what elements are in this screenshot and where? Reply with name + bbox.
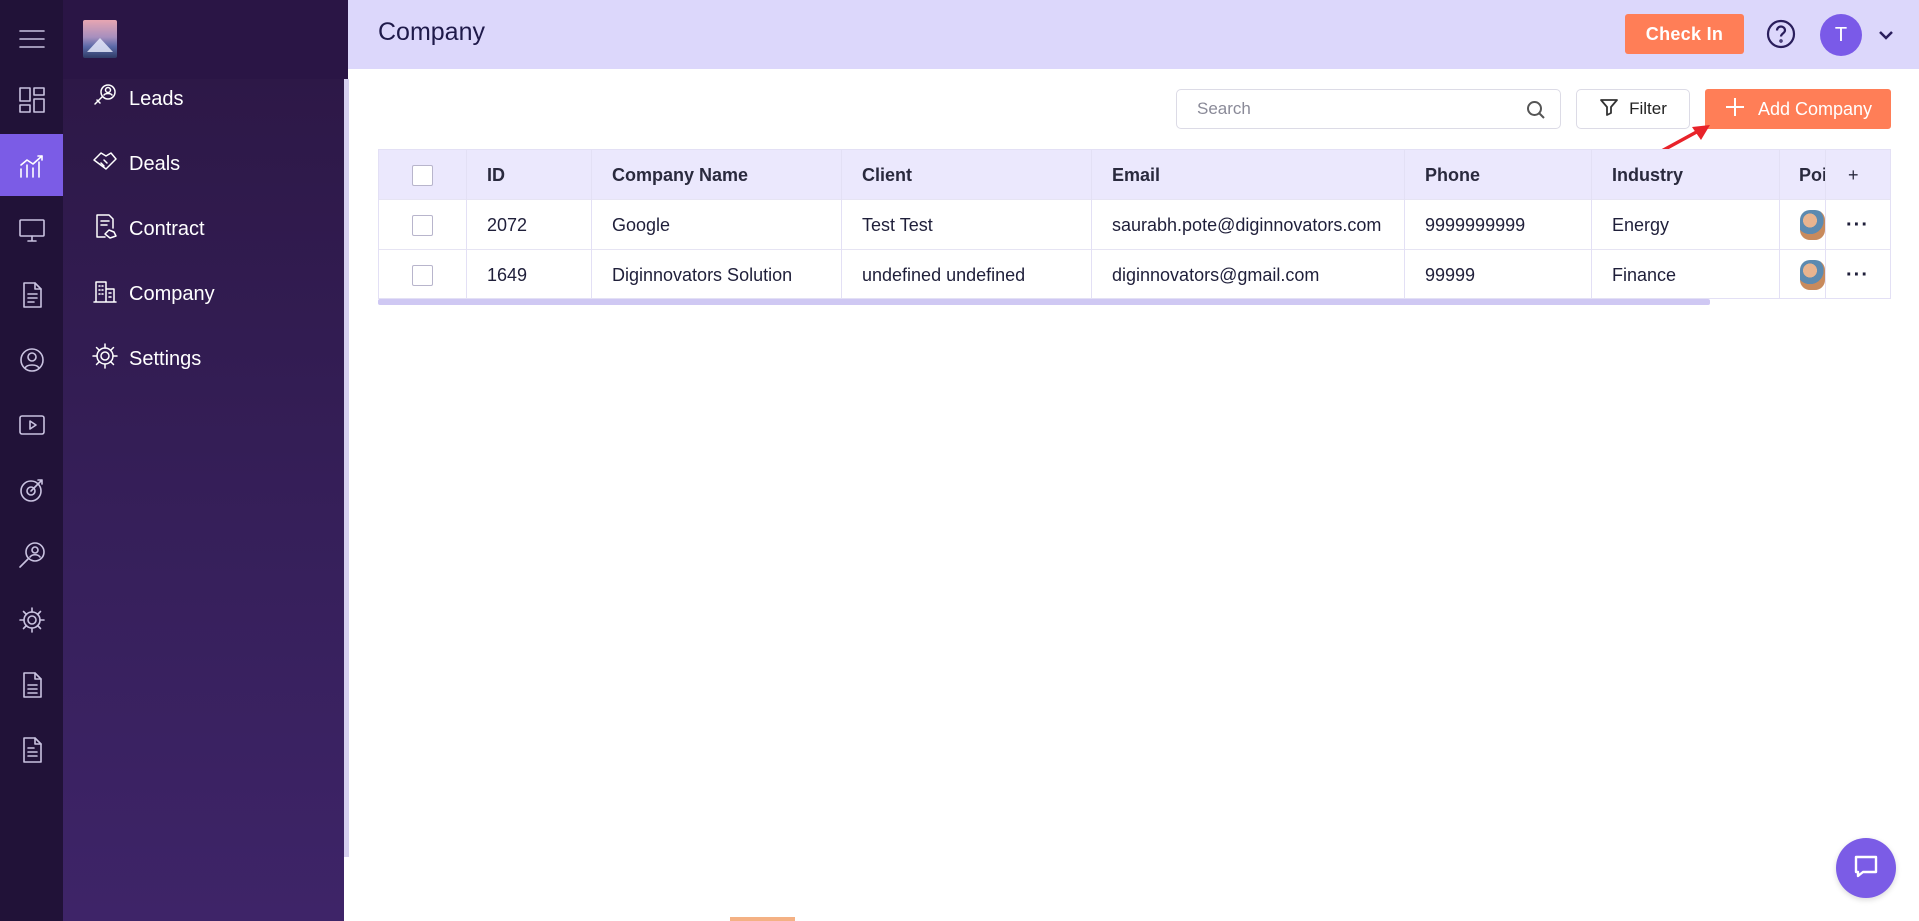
analytics-icon[interactable] [0,134,63,196]
cell-client: undefined undefined [842,250,1092,298]
row-checkbox-cell [379,250,467,298]
column-header-client[interactable]: Client [842,150,1092,200]
filter-button[interactable]: Filter [1576,89,1690,129]
cell-phone: 9999999999 [1405,200,1592,250]
search-input[interactable] [1177,90,1507,128]
column-header-point[interactable]: Poi [1780,150,1826,200]
recruit-search-icon[interactable] [0,524,63,586]
gear-icon[interactable] [0,589,63,651]
contact-avatar[interactable] [1800,210,1825,240]
cell-id: 2072 [467,200,592,250]
team-icon[interactable] [0,329,63,391]
cell-id: 1649 [467,250,592,298]
bottom-accent-bar [730,917,795,921]
row-checkbox[interactable] [412,264,433,286]
sidebar-scrollbar[interactable] [344,79,349,857]
cell-client: Test Test [842,200,1092,250]
company-logo[interactable] [83,20,117,58]
sidebar-item-label: Company [129,282,215,305]
cell-industry: Energy [1592,200,1780,250]
handshake-icon [91,147,119,181]
sidebar-item-settings[interactable]: Settings [91,339,201,379]
table-header-row: ID Company Name Client Email Phone Indus… [379,150,1890,200]
more-options-icon[interactable]: ··· [1826,250,1890,298]
sidebar-item-deals[interactable]: Deals [91,144,180,184]
video-icon[interactable] [0,394,63,456]
cell-phone: 99999 [1405,250,1592,298]
sidebar-item-label: Settings [129,347,202,370]
search-icon[interactable] [1526,100,1546,120]
sidebar-item-label: Contract [129,217,205,240]
cell-company-name[interactable]: Diginnovators Solution [592,250,842,298]
dashboard-icon[interactable] [0,69,63,131]
sidebar-item-company[interactable]: Company [91,274,215,314]
sidebar-item-contract[interactable]: Contract [91,209,205,249]
more-options-icon[interactable]: ··· [1826,200,1890,250]
column-header-industry[interactable]: Industry [1592,150,1780,200]
page-title: Company [378,18,485,46]
add-company-button[interactable]: Add Company [1705,89,1891,129]
monitor-icon[interactable] [0,199,63,261]
gear-icon [91,342,119,376]
add-column-icon[interactable]: + [1826,150,1890,200]
leads-icon [91,82,119,116]
select-all-checkbox[interactable] [412,164,433,186]
table-row[interactable]: 2072 Google Test Test saurabh.pote@digin… [379,200,1890,250]
filter-label: Filter [1629,99,1667,118]
sidebar-nav: Leads Deals Contract Company Settings [63,79,344,921]
chat-button[interactable] [1836,838,1896,898]
select-all-checkbox-cell [379,150,467,200]
search-box [1176,89,1561,129]
icon-rail [0,0,63,921]
cell-industry: Finance [1592,250,1780,298]
top-header: Company Check In T [348,0,1919,69]
invoice-icon[interactable] [0,719,63,781]
chevron-down-icon[interactable] [1878,28,1894,40]
document-icon[interactable] [0,264,63,326]
table-row[interactable]: 1649 Diginnovators Solution undefined un… [379,250,1890,298]
chat-icon [1851,851,1881,886]
avatar[interactable]: T [1820,14,1862,56]
report-icon[interactable] [0,654,63,716]
sidebar-item-leads[interactable]: Leads [91,79,184,119]
cell-point-of-contact [1780,200,1826,250]
contact-avatar[interactable] [1800,260,1825,290]
cell-point-of-contact [1780,250,1826,298]
row-checkbox-cell [379,200,467,250]
check-in-button[interactable]: Check In [1625,14,1744,54]
cell-company-name[interactable]: Google [592,200,842,250]
column-header-email[interactable]: Email [1092,150,1405,200]
company-table: ID Company Name Client Email Phone Indus… [378,149,1891,299]
column-header-company-name[interactable]: Company Name [592,150,842,200]
cell-email: saurabh.pote@diginnovators.com [1092,200,1405,250]
help-icon[interactable] [1766,19,1796,49]
target-icon[interactable] [0,459,63,521]
row-checkbox[interactable] [412,214,433,236]
table-horizontal-scrollbar[interactable] [378,299,1710,305]
add-company-label: Add Company [1757,98,1873,119]
building-icon [91,277,119,311]
sidebar-item-label: Leads [129,87,184,110]
filter-icon [1599,97,1619,122]
plus-icon [1724,96,1746,123]
column-header-id[interactable]: ID [467,150,592,200]
menu-icon[interactable] [0,8,63,70]
column-header-phone[interactable]: Phone [1405,150,1592,200]
sidebar-item-label: Deals [129,152,181,175]
cell-email: diginnovators@gmail.com [1092,250,1405,298]
contract-icon [91,212,119,246]
